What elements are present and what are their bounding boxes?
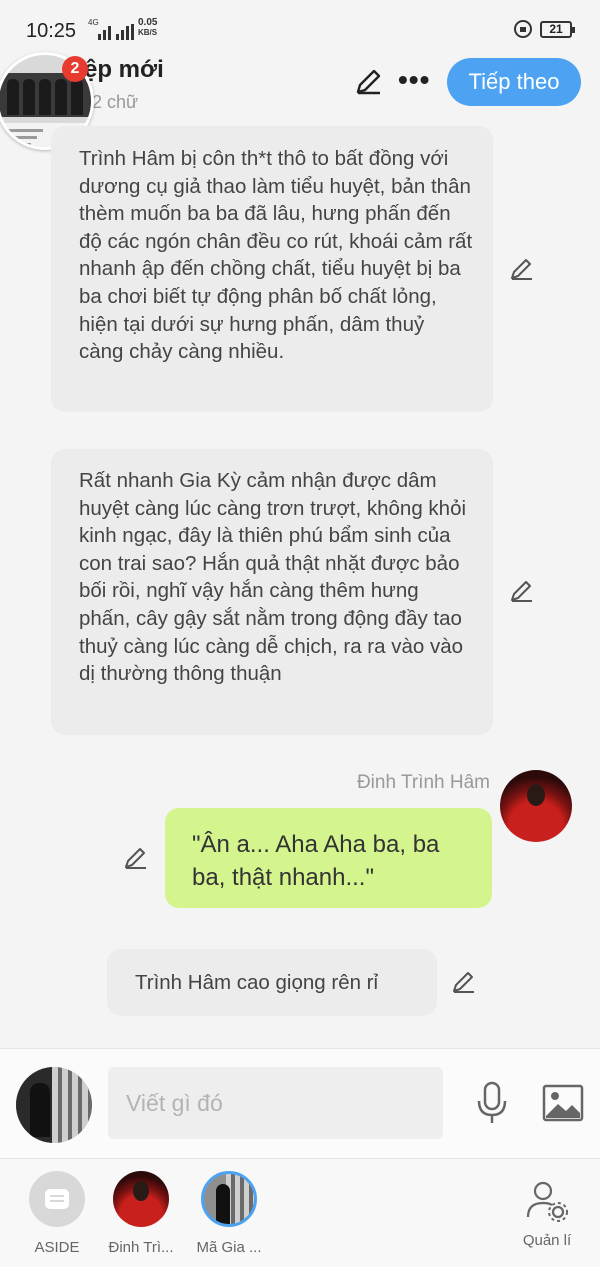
narration-bubble-1[interactable]: Trình Hâm bị côn th*t thô to bất đồng vớ…	[51, 126, 493, 412]
word-count: 2 chữ	[92, 92, 139, 112]
manage-tab[interactable]: Quản lí	[504, 1159, 590, 1249]
tab-label: Quản lí	[522, 1232, 572, 1249]
edit-icon[interactable]	[509, 578, 535, 604]
battery-icon: 21	[540, 21, 575, 38]
message-input[interactable]: Viết gì đó	[108, 1067, 443, 1139]
narration-bubble-2[interactable]: Rất nhanh Gia Kỳ cảm nhận được dâm huyệt…	[51, 449, 493, 735]
notification-badge: 2	[62, 56, 88, 82]
narration-bubble-3[interactable]: Trình Hâm cao giọng rên rỉ	[107, 949, 437, 1016]
composer: Viết gì đó	[0, 1048, 600, 1158]
avatar	[113, 1171, 169, 1227]
edit-icon[interactable]	[451, 969, 477, 995]
edit-icon[interactable]	[509, 256, 535, 282]
signal-icon	[98, 22, 111, 40]
image-icon[interactable]	[542, 1083, 584, 1123]
more-options-icon[interactable]: •••	[398, 64, 430, 96]
sender-name: Đinh Trình Hâm	[356, 772, 490, 793]
microphone-icon[interactable]	[474, 1081, 510, 1125]
aside-tab[interactable]: ASIDE	[14, 1159, 100, 1256]
tab-label: ASIDE	[34, 1239, 80, 1256]
character-avatar[interactable]	[500, 770, 572, 842]
avatar	[201, 1171, 257, 1227]
rotation-lock-icon	[514, 20, 532, 38]
character-tab-dinh[interactable]: Đinh Trì...	[98, 1159, 184, 1256]
dialogue-bubble[interactable]: "Ân a... Aha Aha ba, ba ba, thật nhanh..…	[165, 808, 492, 908]
speed-unit: KB/S	[138, 28, 158, 37]
clock: 10:25	[26, 20, 77, 42]
tab-label: Đinh Trì...	[108, 1239, 174, 1256]
manage-user-icon	[526, 1181, 568, 1222]
page-title: ệp mới	[84, 56, 164, 83]
aside-icon	[29, 1171, 85, 1227]
next-button[interactable]: Tiếp theo	[447, 58, 581, 106]
signal-icon-2	[116, 22, 134, 40]
edit-title-icon[interactable]	[354, 66, 384, 96]
current-character-avatar[interactable]	[16, 1067, 92, 1143]
character-tab-ma[interactable]: Mã Gia ...	[186, 1159, 272, 1256]
character-bar: ASIDE Đinh Trì... Mã Gia ... Quản lí	[0, 1158, 600, 1267]
edit-icon[interactable]	[123, 845, 149, 871]
network-speed: 0.05 KB/S	[138, 18, 157, 38]
speed-value: 0.05	[138, 17, 158, 28]
tab-label: Mã Gia ...	[196, 1239, 262, 1256]
